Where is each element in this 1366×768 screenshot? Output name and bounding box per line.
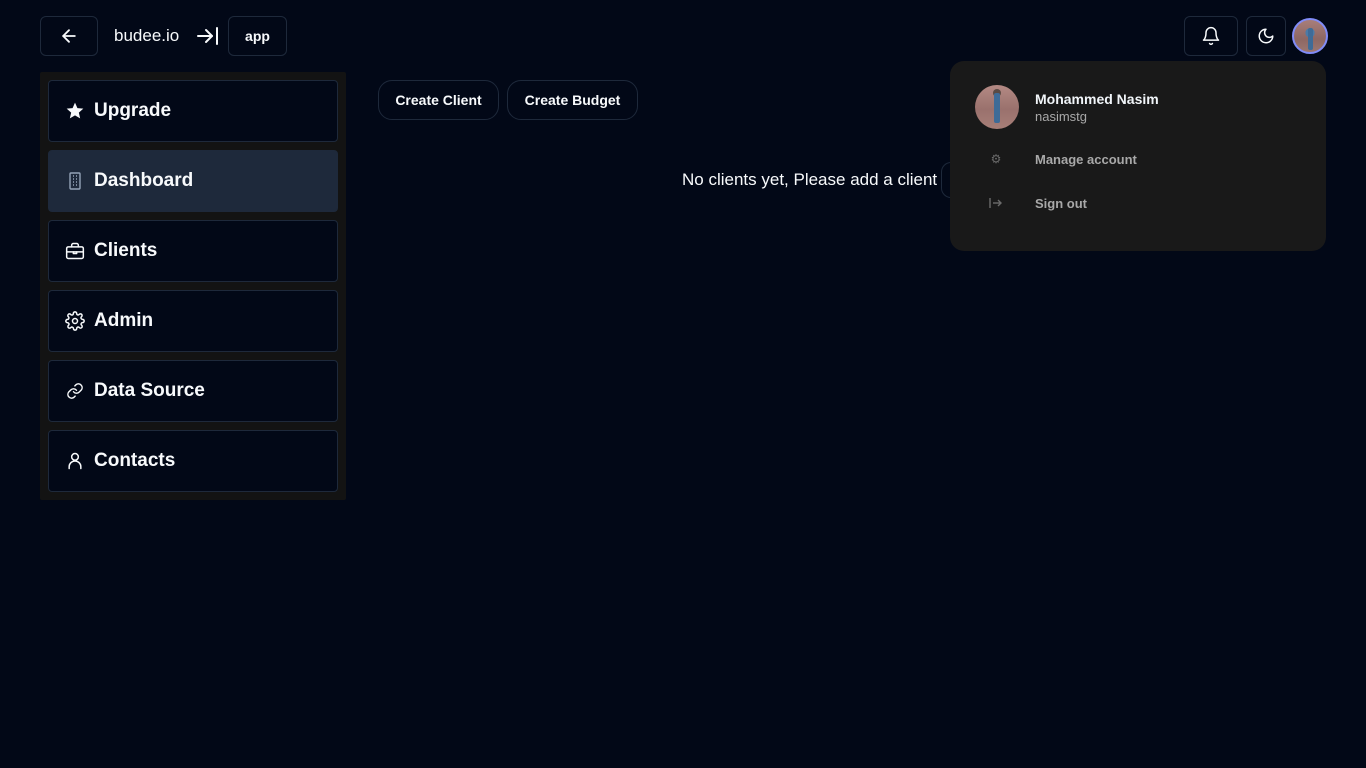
briefcase-icon — [65, 241, 85, 261]
create-budget-button[interactable]: Create Budget — [507, 80, 638, 120]
moon-icon — [1258, 28, 1274, 44]
sidebar-item-label: Clients — [94, 240, 158, 261]
collapse-sidebar-button[interactable] — [196, 25, 220, 47]
manage-account-button[interactable]: ⚙ Manage account — [988, 149, 1137, 169]
app-button[interactable]: app — [228, 16, 287, 56]
user-full-name: Mohammed Nasim — [1035, 91, 1159, 107]
sidebar: Upgrade Dashboard Clients Admin Data Sou… — [40, 72, 346, 500]
sidebar-item-contacts[interactable]: Contacts — [48, 430, 338, 492]
user-username: nasimstg — [1035, 109, 1088, 124]
sidebar-item-label: Contacts — [94, 450, 176, 471]
building-icon — [65, 171, 85, 191]
user-avatar-button[interactable] — [1292, 18, 1328, 54]
sidebar-item-dashboard[interactable]: Dashboard — [48, 150, 338, 212]
arrow-left-icon — [62, 29, 76, 43]
sidebar-item-label: Dashboard — [94, 170, 194, 191]
back-button[interactable] — [40, 16, 98, 56]
sidebar-item-label: Upgrade — [94, 100, 172, 121]
gear-icon: ⚙ — [990, 152, 1002, 166]
gear-icon — [65, 311, 85, 331]
avatar — [975, 85, 1019, 129]
sidebar-item-label: Data Source — [94, 380, 205, 401]
sign-out-button[interactable]: Sign out — [988, 193, 1087, 213]
sign-out-icon — [988, 195, 1004, 211]
arrow-right-to-line-icon — [197, 27, 218, 45]
brand-name[interactable]: budee.io — [114, 26, 179, 46]
manage-account-label: Manage account — [1035, 151, 1137, 167]
sidebar-item-label: Admin — [94, 310, 154, 331]
user-icon — [65, 451, 85, 471]
star-icon — [65, 101, 85, 121]
sidebar-item-upgrade[interactable]: Upgrade — [48, 80, 338, 142]
notifications-button[interactable] — [1184, 16, 1238, 56]
user-menu-dropdown: Mohammed Nasim nasimstg ⚙ Manage account… — [950, 61, 1326, 251]
avatar-figure — [994, 93, 1000, 123]
bell-icon — [1202, 26, 1220, 46]
sidebar-item-clients[interactable]: Clients — [48, 220, 338, 282]
theme-toggle-button[interactable] — [1246, 16, 1286, 56]
link-icon — [65, 381, 85, 401]
avatar-figure — [1308, 28, 1313, 50]
sidebar-item-data-source[interactable]: Data Source — [48, 360, 338, 422]
sidebar-item-admin[interactable]: Admin — [48, 290, 338, 352]
empty-state-message: No clients yet, Please add a client — [682, 170, 938, 189]
sign-out-label: Sign out — [1035, 195, 1087, 211]
create-client-button[interactable]: Create Client — [378, 80, 499, 120]
